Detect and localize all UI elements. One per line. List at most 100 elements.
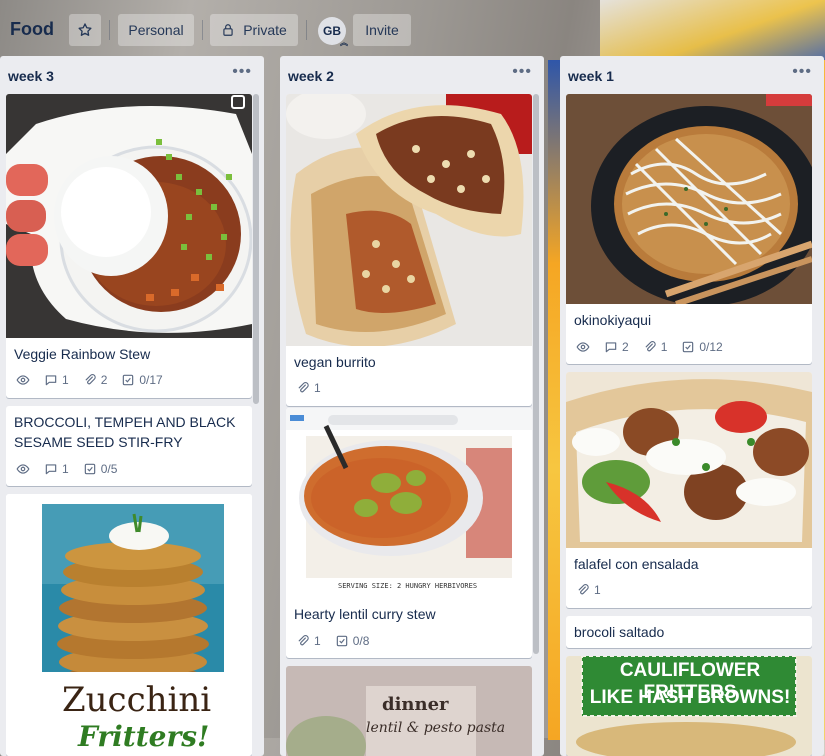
eye-icon (576, 342, 590, 352)
board-header: Food Personal Private GB ︽ Invite (0, 0, 825, 56)
list-week-1: week 1 ••• okinokiyaqui 2 1 0/12 falafel… (560, 56, 824, 756)
list-menu-icon[interactable]: ••• (512, 63, 532, 81)
comment-icon (605, 342, 617, 353)
attachments-badge: 1 (296, 634, 321, 648)
checkbox-icon (683, 341, 694, 353)
card-cover-image (286, 408, 532, 598)
card-cover-image (286, 94, 532, 346)
card-cover-image (566, 94, 812, 304)
checklist-badge: 0/17 (121, 373, 163, 387)
member-initials: GB (323, 24, 341, 38)
checklist-count: 0/12 (699, 340, 723, 354)
paperclip-icon (578, 584, 589, 595)
card-broccoli-tempeh[interactable]: BROCCOLI, TEMPEH AND BLACK SESAME SEED S… (6, 406, 252, 486)
card-badges: 2 1 0/12 (576, 338, 733, 356)
eye-icon (16, 375, 30, 385)
comments-badge: 1 (44, 373, 69, 387)
checkbox-icon (336, 635, 347, 647)
attachments-count: 1 (660, 340, 668, 354)
member-avatar[interactable]: GB ︽ (318, 17, 348, 47)
checklist-badge: 0/5 (83, 462, 118, 476)
checkbox-icon (123, 374, 134, 386)
list-scrollbar[interactable] (533, 94, 539, 654)
comments-count: 1 (62, 373, 69, 387)
card-lentil-pesto-pasta[interactable]: dinner lentil & pesto pasta (286, 666, 532, 756)
comments-count: 1 (62, 462, 69, 476)
admin-chevron-icon: ︽ (340, 38, 348, 47)
card-title: falafel con ensalada (574, 556, 699, 572)
invite-button[interactable]: Invite (353, 14, 411, 46)
card-title: brocoli saltado (574, 624, 665, 640)
attachments-count: 1 (594, 583, 601, 597)
card-cover-image (6, 94, 252, 338)
card-badges: 1 (576, 581, 611, 599)
card-title: okinokiyaqui (574, 312, 652, 328)
list-week-3: week 3 ••• Veggie Rainbow Stew 1 2 0/17 … (0, 56, 264, 756)
comment-icon (45, 464, 57, 475)
card-title: BROCCOLI, TEMPEH AND BLACK SESAME SEED S… (14, 414, 236, 450)
star-button[interactable] (69, 14, 101, 46)
board-type-button[interactable]: Personal (118, 14, 194, 46)
card-title: vegan burrito (294, 354, 376, 370)
checklist-count: 0/8 (352, 634, 370, 648)
list-header: week 1 ••• (568, 63, 816, 89)
card-badges: 1 (296, 379, 331, 397)
card-zucchini-fritters[interactable]: Zucchini Fritters! (6, 494, 252, 756)
list-title[interactable]: week 1 (568, 68, 614, 84)
card-falafel-con-ensalada[interactable]: falafel con ensalada 1 (566, 372, 812, 608)
cover-subheading: LIKE HASH BROWNS! (589, 687, 791, 708)
header-divider (109, 20, 110, 40)
checklist-badge: 0/12 (681, 340, 723, 354)
list-menu-icon[interactable]: ••• (792, 63, 812, 81)
comment-icon (45, 375, 57, 386)
card-badges: 1 0/8 (296, 632, 379, 650)
card-hearty-lentil-curry-stew[interactable]: SERVING SIZE: 2 HUNGRY HERBIVORES Hearty… (286, 408, 532, 658)
card-cover-image (566, 372, 812, 548)
cover-subheading: lentil & pesto pasta (366, 720, 506, 736)
card-cauliflower-fritters[interactable]: CAULIFLOWER FRITTERS LIKE HASH BROWNS! (566, 656, 812, 756)
checkbox-icon (84, 463, 95, 475)
list-header: week 2 ••• (288, 63, 536, 89)
paperclip-icon (85, 374, 96, 385)
attachments-badge: 1 (643, 340, 668, 354)
comments-badge: 1 (44, 462, 69, 476)
list-title[interactable]: week 3 (8, 68, 54, 84)
lock-icon (223, 24, 233, 36)
checklist-count: 0/5 (100, 462, 118, 476)
visibility-label: Private (243, 22, 287, 38)
paperclip-icon (298, 382, 309, 393)
card-brocoli-saltado[interactable]: brocoli saltado (566, 616, 812, 648)
attachments-badge: 1 (576, 583, 601, 597)
cover-subheading: Fritters! (78, 720, 210, 753)
checklist-badge: 0/8 (335, 634, 370, 648)
star-icon (78, 23, 92, 36)
list-scrollbar[interactable] (253, 94, 259, 404)
cover-heading: dinner (382, 694, 449, 715)
list-title[interactable]: week 2 (288, 68, 334, 84)
visibility-button[interactable]: Private (210, 14, 298, 46)
attachments-badge: 2 (83, 373, 108, 387)
watching-badge (576, 340, 590, 354)
cover-heading: Zucchini (62, 680, 212, 720)
card-veggie-rainbow-stew[interactable]: Veggie Rainbow Stew 1 2 0/17 (6, 94, 252, 398)
board-title[interactable]: Food (10, 19, 54, 40)
list-week-2: week 2 ••• vegan burrito 1 SERVING SIZE:… (280, 56, 544, 756)
attachments-count: 1 (314, 381, 321, 395)
paperclip-icon (645, 341, 656, 352)
checklist-count: 0/17 (139, 373, 163, 387)
watching-badge (16, 462, 30, 476)
card-badges: 1 2 0/17 (16, 371, 173, 389)
card-okinokiyaqui[interactable]: okinokiyaqui 2 1 0/12 (566, 94, 812, 364)
list-menu-icon[interactable]: ••• (232, 63, 252, 81)
card-vegan-burrito[interactable]: vegan burrito 1 (286, 94, 532, 406)
header-divider (202, 20, 203, 40)
watching-badge (16, 373, 30, 387)
comments-badge: 2 (604, 340, 629, 354)
card-title: Hearty lentil curry stew (294, 606, 436, 622)
card-badges: 1 0/5 (16, 460, 127, 478)
attachments-count: 2 (100, 373, 108, 387)
paperclip-icon (298, 635, 309, 646)
attachments-badge: 1 (296, 381, 321, 395)
cover-caption: SERVING SIZE: 2 HUNGRY HERBIVORES (338, 582, 478, 590)
comments-count: 2 (622, 340, 629, 354)
